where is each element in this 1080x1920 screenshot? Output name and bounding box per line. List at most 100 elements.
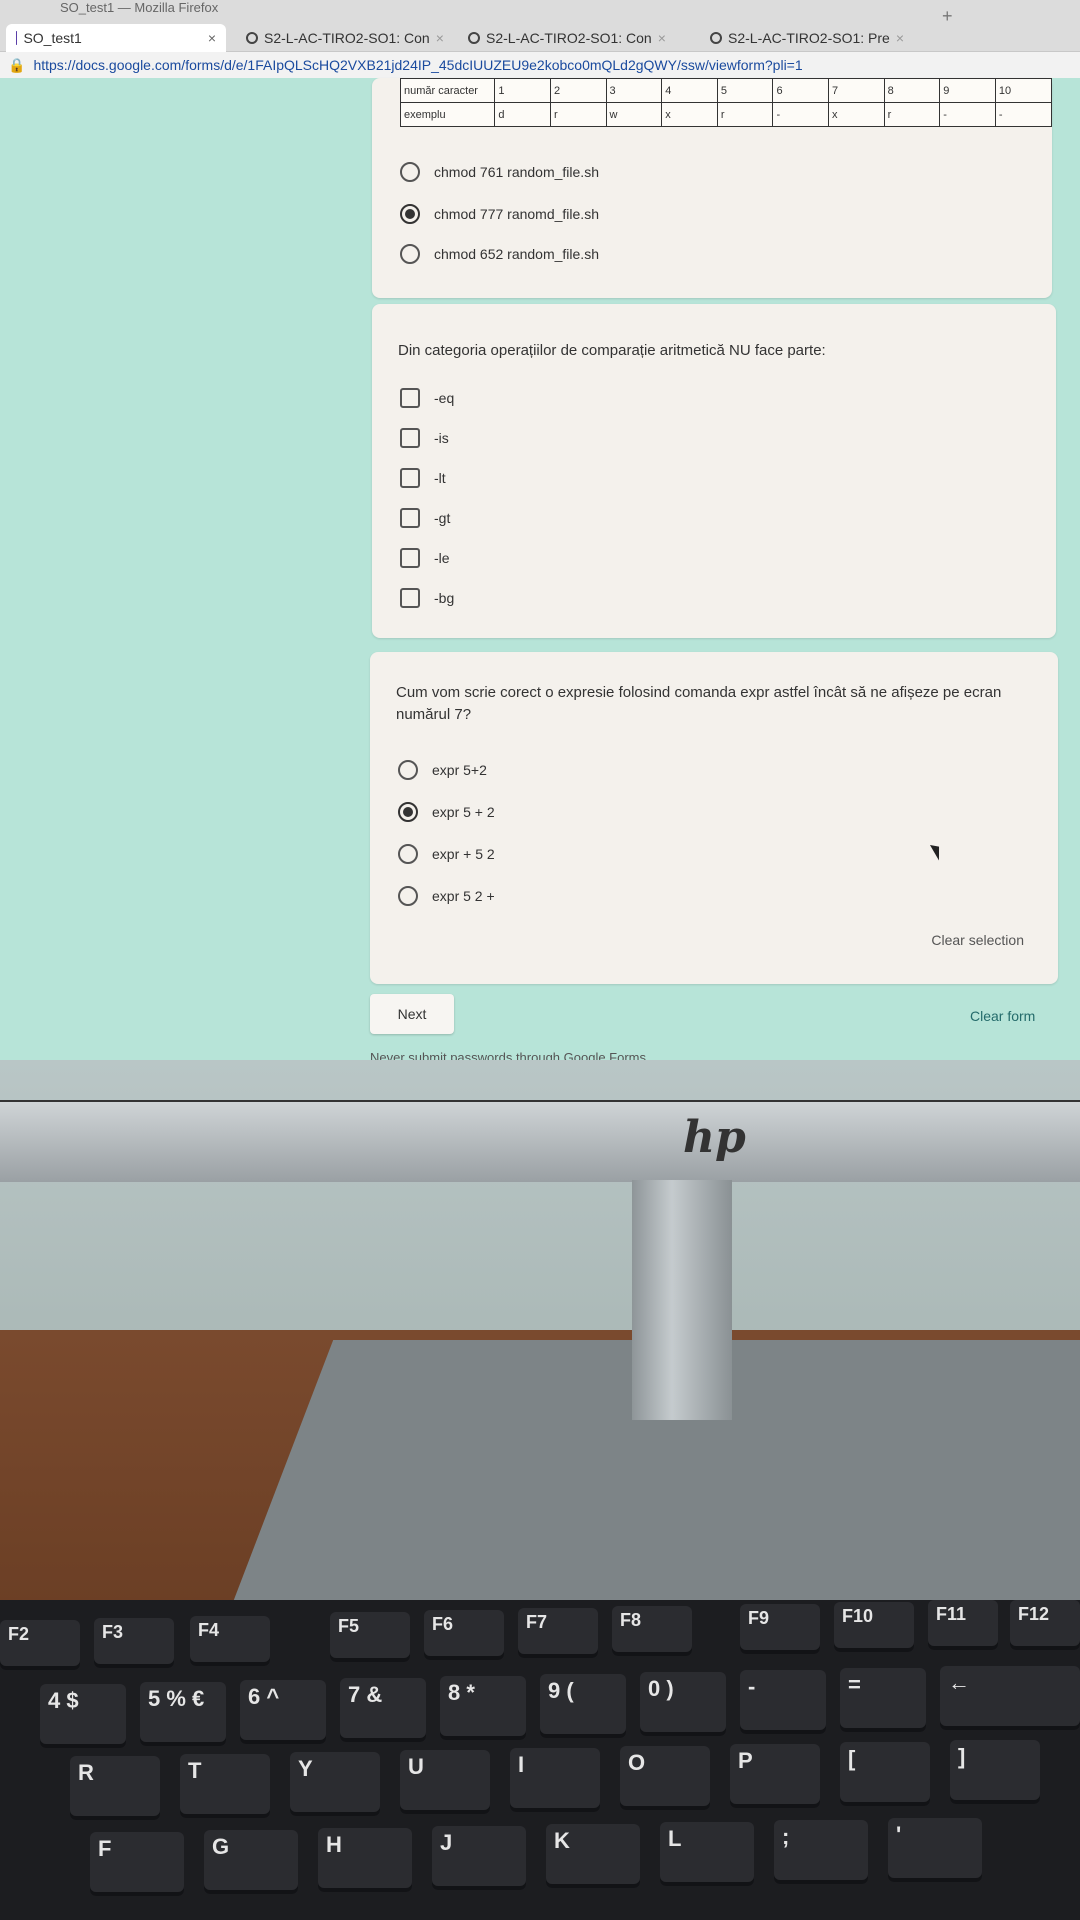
- table-cell: 8: [883, 78, 941, 103]
- table-cell: 3: [605, 78, 663, 103]
- key-f2[interactable]: F2: [0, 1620, 80, 1670]
- close-icon[interactable]: ×: [436, 30, 444, 46]
- key-t[interactable]: T: [180, 1754, 270, 1818]
- radio-button[interactable]: [400, 244, 420, 264]
- key-right-bracket[interactable]: ]: [950, 1740, 1040, 1804]
- key-p[interactable]: P: [730, 1744, 820, 1808]
- radio-button[interactable]: [398, 886, 418, 906]
- key-f4[interactable]: F4: [190, 1616, 270, 1666]
- loading-icon: [710, 32, 722, 44]
- key-quote[interactable]: ': [888, 1818, 982, 1882]
- key-minus[interactable]: -: [740, 1670, 826, 1734]
- option-eq[interactable]: -eq: [400, 388, 454, 408]
- tab-so-test1[interactable]: SO_test1 ×: [6, 24, 226, 52]
- radio-button[interactable]: [398, 844, 418, 864]
- clear-selection-button[interactable]: Clear selection: [931, 932, 1024, 948]
- key-f12[interactable]: F12: [1010, 1600, 1080, 1650]
- option-gt[interactable]: -gt: [400, 508, 450, 528]
- option-expr-5-plus-2[interactable]: expr 5 + 2: [398, 802, 495, 822]
- new-tab-icon[interactable]: +: [942, 6, 953, 27]
- checkbox[interactable]: [400, 508, 420, 528]
- radio-button-selected[interactable]: [398, 802, 418, 822]
- checkbox[interactable]: [400, 468, 420, 488]
- key-f[interactable]: F: [90, 1832, 184, 1896]
- table-cell: 1: [494, 78, 551, 103]
- key-y[interactable]: Y: [290, 1752, 380, 1816]
- tab-form-4[interactable]: S2-L-AC-TIRO2-SO1: Pre ×: [700, 24, 914, 52]
- key-f5[interactable]: F5: [330, 1612, 410, 1662]
- key-r[interactable]: R: [70, 1756, 160, 1820]
- key-9[interactable]: 9 (: [540, 1674, 626, 1738]
- option-chmod-761[interactable]: chmod 761 random_file.sh: [400, 162, 599, 182]
- key-7[interactable]: 7 &: [340, 1678, 426, 1742]
- close-icon[interactable]: ×: [208, 30, 216, 46]
- key-equals[interactable]: =: [840, 1668, 926, 1732]
- key-f9[interactable]: F9: [740, 1604, 820, 1654]
- radio-button[interactable]: [400, 162, 420, 182]
- checkbox[interactable]: [400, 428, 420, 448]
- option-expr-5-2-plus[interactable]: expr 5 2 +: [398, 886, 495, 906]
- option-le[interactable]: -le: [400, 548, 450, 568]
- question-text: Din categoria operațiilor de comparație …: [398, 342, 826, 359]
- key-u[interactable]: U: [400, 1750, 490, 1814]
- question-card-chmod: număr caracter 1 2 3 4 5 6 7 8 9 10 exem…: [372, 78, 1053, 298]
- checkbox[interactable]: [400, 588, 420, 608]
- clear-form-button[interactable]: Clear form: [970, 1008, 1035, 1024]
- option-lt[interactable]: -lt: [400, 468, 446, 488]
- key-8[interactable]: 8 *: [440, 1676, 526, 1740]
- option-is[interactable]: -is: [400, 428, 449, 448]
- radio-button[interactable]: [398, 760, 418, 780]
- key-f3[interactable]: F3: [94, 1618, 174, 1668]
- option-chmod-652[interactable]: chmod 652 random_file.sh: [400, 244, 599, 264]
- key-h[interactable]: H: [318, 1828, 412, 1892]
- key-5[interactable]: 5 % €: [140, 1682, 226, 1746]
- next-button[interactable]: Next: [370, 994, 454, 1034]
- url-text[interactable]: https://docs.google.com/forms/d/e/1FAIpQ…: [33, 57, 802, 73]
- close-icon[interactable]: ×: [896, 30, 904, 46]
- option-expr-5plus2[interactable]: expr 5+2: [398, 760, 487, 780]
- checkbox[interactable]: [400, 548, 420, 568]
- table-cell: d: [494, 102, 551, 127]
- window-title: SO_test1 — Mozilla Firefox: [60, 0, 219, 15]
- hp-logo: hp: [683, 1112, 746, 1163]
- key-l[interactable]: L: [660, 1822, 754, 1886]
- table-cell: 9: [939, 78, 996, 103]
- loading-icon: [246, 32, 258, 44]
- url-bar[interactable]: 🔒 https://docs.google.com/forms/d/e/1FAI…: [0, 52, 1080, 78]
- key-4[interactable]: 4 $: [40, 1684, 126, 1748]
- option-chmod-777[interactable]: chmod 777 ranomd_file.sh: [400, 204, 599, 224]
- checkbox[interactable]: [400, 388, 420, 408]
- keyboard: F2 F3 F4 F5 F6 F7 F8 F9 F10 F11 F12 4 $ …: [0, 1600, 1080, 1920]
- close-icon[interactable]: ×: [658, 30, 666, 46]
- google-forms-icon: [16, 31, 18, 45]
- option-bg[interactable]: -bg: [400, 588, 454, 608]
- key-f11[interactable]: F11: [928, 1600, 998, 1650]
- key-backspace[interactable]: ←: [940, 1666, 1080, 1730]
- key-g[interactable]: G: [204, 1830, 298, 1894]
- key-0[interactable]: 0 ): [640, 1672, 726, 1736]
- radio-button-selected[interactable]: [400, 204, 420, 224]
- table-cell: w: [605, 102, 663, 127]
- option-label: -gt: [434, 510, 451, 526]
- key-f10[interactable]: F10: [834, 1602, 914, 1652]
- option-expr-plus-5-2[interactable]: expr + 5 2: [398, 844, 495, 864]
- key-semicolon[interactable]: ;: [774, 1820, 868, 1884]
- key-f7[interactable]: F7: [518, 1608, 598, 1658]
- table-cell: 10: [994, 78, 1053, 103]
- table-cell: r: [883, 102, 941, 127]
- key-k[interactable]: K: [546, 1824, 640, 1888]
- key-left-bracket[interactable]: [: [840, 1742, 930, 1806]
- key-o[interactable]: O: [620, 1746, 710, 1810]
- table-cell: -: [939, 102, 996, 127]
- option-label: expr + 5 2: [432, 846, 495, 862]
- key-j[interactable]: J: [432, 1826, 526, 1890]
- tab-form-3[interactable]: S2-L-AC-TIRO2-SO1: Con ×: [458, 24, 676, 52]
- lock-icon: 🔒: [8, 56, 26, 73]
- table-cell: 4: [661, 78, 718, 103]
- tab-form-2[interactable]: S2-L-AC-TIRO2-SO1: Con ×: [236, 24, 454, 52]
- table-cell: -: [772, 102, 830, 127]
- key-f8[interactable]: F8: [612, 1606, 692, 1656]
- key-6[interactable]: 6 ^: [240, 1680, 326, 1744]
- key-f6[interactable]: F6: [424, 1610, 504, 1660]
- key-i[interactable]: I: [510, 1748, 600, 1812]
